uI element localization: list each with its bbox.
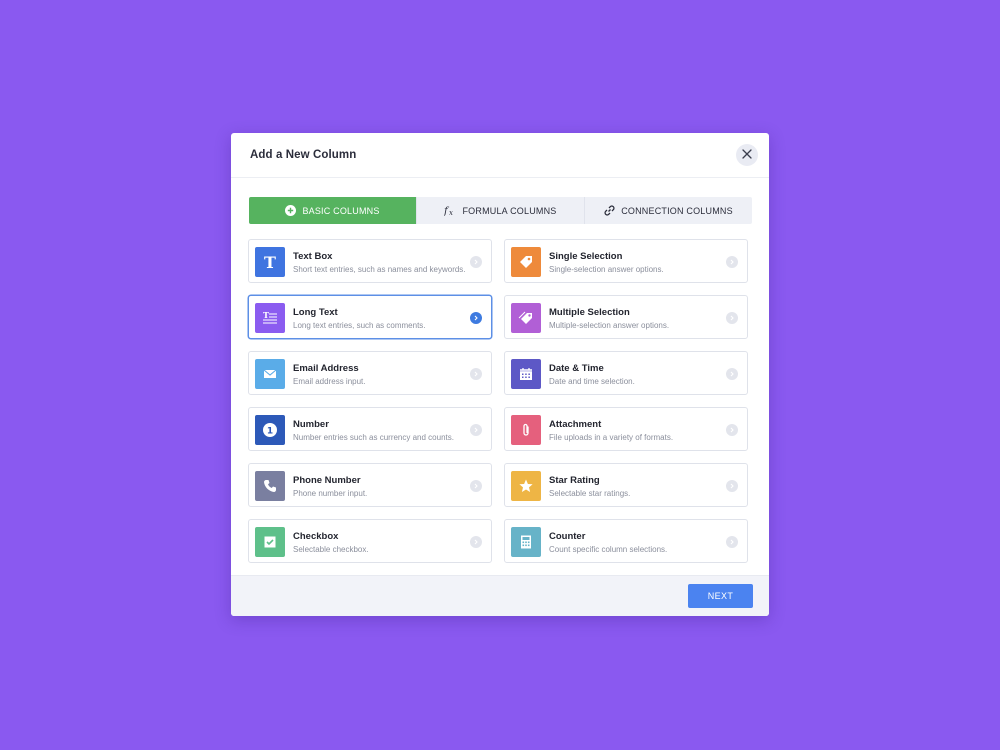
option-title: Number — [293, 419, 329, 430]
column-option-attachment[interactable]: Attachment File uploads in a variety of … — [504, 407, 748, 451]
chevron-right-icon — [726, 480, 738, 492]
option-description: Email address input. — [293, 377, 366, 386]
modal-header: Add a New Column — [231, 133, 769, 178]
column-option-email-address[interactable]: Email Address Email address input. — [248, 351, 492, 395]
column-option-counter[interactable]: Counter Count specific column selections… — [504, 519, 748, 563]
chevron-right-icon — [470, 368, 482, 380]
tab-formula-columns[interactable]: fx FORMULA COLUMNS — [417, 197, 585, 224]
column-option-date-time[interactable]: Date & Time Date and time selection. — [504, 351, 748, 395]
option-description: Number entries such as currency and coun… — [293, 433, 454, 442]
add-column-modal: Add a New Column BASIC COLUMNS fx FORMUL… — [231, 133, 769, 616]
chevron-right-icon — [470, 480, 482, 492]
column-option-long-text[interactable]: T Long Text Long text entries, such as c… — [248, 295, 492, 339]
option-description: File uploads in a variety of formats. — [549, 433, 674, 442]
column-option-text-box[interactable]: T Text Box Short text entries, such as n… — [248, 239, 492, 283]
plus-circle-icon — [285, 205, 297, 216]
option-description: Long text entries, such as comments. — [293, 321, 426, 330]
option-title: Checkbox — [293, 531, 339, 542]
column-option-checkbox[interactable]: Checkbox Selectable checkbox. — [248, 519, 492, 563]
long-text-icon: T — [255, 303, 285, 333]
link-icon — [604, 205, 615, 216]
column-type-tabs: BASIC COLUMNS fx FORMULA COLUMNS CONNECT… — [249, 197, 752, 224]
chevron-right-icon — [726, 312, 738, 324]
column-option-single-selection[interactable]: Single Selection Single-selection answer… — [504, 239, 748, 283]
tab-label: FORMULA COLUMNS — [462, 205, 557, 216]
option-title: Phone Number — [293, 475, 361, 486]
envelope-icon — [255, 359, 285, 389]
option-description: Selectable star ratings. — [549, 489, 631, 498]
option-title: Multiple Selection — [549, 307, 630, 318]
tags-icon — [511, 303, 541, 333]
calculator-icon — [511, 527, 541, 557]
option-title: Text Box — [293, 251, 333, 262]
close-button[interactable] — [736, 144, 758, 166]
option-title: Attachment — [549, 419, 602, 430]
tab-label: BASIC COLUMNS — [302, 205, 380, 216]
option-description: Count specific column selections. — [549, 545, 668, 554]
option-title: Star Rating — [549, 475, 600, 486]
tab-basic-columns[interactable]: BASIC COLUMNS — [249, 197, 417, 224]
chevron-right-icon — [726, 536, 738, 548]
close-icon — [742, 146, 752, 164]
option-title: Long Text — [293, 307, 338, 318]
option-description: Single-selection answer options. — [549, 265, 664, 274]
option-description: Phone number input. — [293, 489, 368, 498]
chevron-right-icon — [726, 256, 738, 268]
modal-footer: NEXT — [231, 575, 769, 616]
calendar-icon — [511, 359, 541, 389]
option-description: Multiple-selection answer options. — [549, 321, 670, 330]
chevron-right-icon — [726, 424, 738, 436]
svg-text:T: T — [263, 310, 269, 320]
number-icon: 1 — [255, 415, 285, 445]
option-title: Single Selection — [549, 251, 623, 262]
tab-connection-columns[interactable]: CONNECTION COLUMNS — [585, 197, 752, 224]
chevron-right-icon — [470, 536, 482, 548]
phone-icon — [255, 471, 285, 501]
option-title: Date & Time — [549, 363, 604, 374]
option-description: Short text entries, such as names and ke… — [293, 265, 466, 274]
svg-text:x: x — [449, 209, 453, 216]
chevron-right-icon — [470, 424, 482, 436]
paperclip-icon — [511, 415, 541, 445]
chevron-right-icon — [726, 368, 738, 380]
column-option-star-rating[interactable]: Star Rating Selectable star ratings. — [504, 463, 748, 507]
next-button[interactable]: NEXT — [688, 584, 753, 608]
option-title: Counter — [549, 531, 586, 542]
checkbox-icon — [255, 527, 285, 557]
svg-text:1: 1 — [267, 427, 273, 437]
option-description: Selectable checkbox. — [293, 545, 369, 554]
tab-label: CONNECTION COLUMNS — [621, 205, 733, 216]
tag-icon — [511, 247, 541, 277]
fx-icon: fx — [444, 205, 456, 216]
star-icon — [511, 471, 541, 501]
modal-title: Add a New Column — [250, 149, 357, 161]
column-option-phone-number[interactable]: Phone Number Phone number input. — [248, 463, 492, 507]
column-option-number[interactable]: 1 Number Number entries such as currency… — [248, 407, 492, 451]
chevron-right-icon — [470, 312, 482, 324]
column-type-grid: T Text Box Short text entries, such as n… — [248, 239, 748, 563]
chevron-right-icon — [470, 256, 482, 268]
option-description: Date and time selection. — [549, 377, 635, 386]
option-title: Email Address — [293, 363, 359, 374]
svg-text:T: T — [264, 254, 276, 270]
text-icon: T — [255, 247, 285, 277]
column-option-multiple-selection[interactable]: Multiple Selection Multiple-selection an… — [504, 295, 748, 339]
